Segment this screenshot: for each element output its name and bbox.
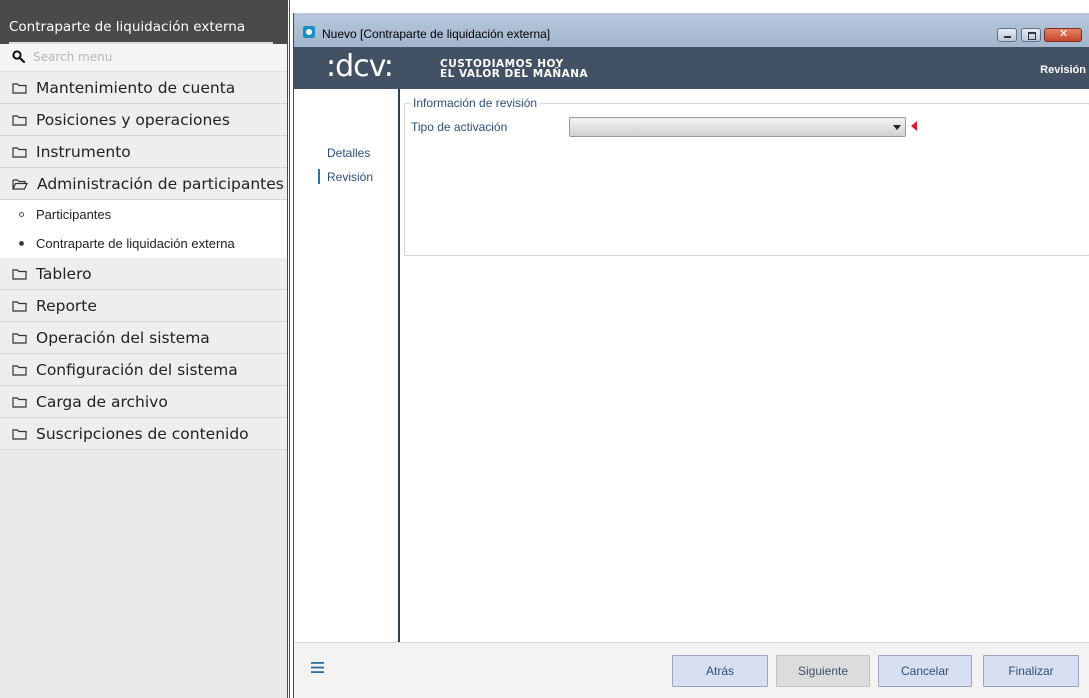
sidebar-item-posiciones-y-operaciones[interactable]: Posiciones y operaciones (0, 104, 287, 136)
next-button[interactable]: Siguiente (776, 655, 870, 687)
sidebar-item-suscripciones-de-contenido[interactable]: Suscripciones de contenido (0, 418, 287, 450)
activation-type-label: Tipo de activación (411, 120, 508, 134)
review-info-section: Información de revisión Tipo de activaci… (404, 96, 1089, 256)
sidebar-menu: Contraparte de liquidación externa Mante… (0, 0, 287, 698)
sidebar-item-carga-de-archivo[interactable]: Carga de archivo (0, 386, 287, 418)
brand-slogan: CUSTODIAMOS HOY EL VALOR DEL MAÑANA (440, 59, 589, 80)
back-button[interactable]: Atrás (672, 655, 768, 687)
sidebar-title: Contraparte de liquidación externa (9, 19, 246, 35)
folder-icon (12, 396, 27, 408)
hamburger-menu-icon[interactable] (311, 662, 324, 673)
folder-icon (12, 332, 27, 344)
folder-icon (12, 364, 27, 376)
sidebar-item-operacion-del-sistema[interactable]: Operación del sistema (0, 322, 287, 354)
search-icon[interactable] (12, 50, 25, 63)
sidebar-item-label: Suscripciones de contenido (36, 424, 249, 443)
step-detalles[interactable]: Detalles (327, 146, 370, 160)
sidebar-item-tablero[interactable]: Tablero (0, 258, 287, 290)
app-icon (303, 26, 315, 38)
bullet-filled-icon (19, 241, 24, 246)
sidebar-subitem-label: Contraparte de liquidación externa (36, 236, 235, 251)
sidebar-item-mantenimiento-de-cuenta[interactable]: Mantenimiento de cuenta (0, 72, 287, 104)
window-title: Nuevo [Contraparte de liquidación extern… (322, 27, 551, 41)
sidebar-item-reporte[interactable]: Reporte (0, 290, 287, 322)
sidebar-item-label: Configuración del sistema (36, 360, 238, 379)
minimize-button[interactable] (997, 28, 1017, 42)
wizard-steps: Detalles Revisión (294, 89, 400, 642)
folder-icon (12, 146, 27, 158)
sidebar-item-label: Operación del sistema (36, 328, 210, 347)
folder-icon (12, 82, 27, 94)
sidebar-subitem-contraparte-de-liquidacion-externa[interactable]: Contraparte de liquidación externa (0, 229, 287, 258)
sidebar-item-label: Reporte (36, 296, 97, 315)
bullet-icon (19, 212, 24, 217)
sidebar-header: Contraparte de liquidación externa (0, 0, 287, 44)
wizard-footer: Atrás Siguiente Cancelar Finalizar (294, 642, 1089, 698)
panel-splitter[interactable] (287, 0, 290, 698)
folder-open-icon (12, 178, 28, 190)
step-revision[interactable]: Revisión (317, 169, 373, 184)
window-titlebar[interactable]: Nuevo [Contraparte de liquidación extern… (294, 13, 1089, 47)
sidebar-item-instrumento[interactable]: Instrumento (0, 136, 287, 168)
dialog-window: Nuevo [Contraparte de liquidación extern… (293, 13, 1089, 698)
folder-icon (12, 428, 27, 440)
sidebar-subitem-participantes[interactable]: Participantes (0, 200, 287, 229)
sidebar-item-label: Carga de archivo (36, 392, 168, 411)
sidebar-item-configuracion-del-sistema[interactable]: Configuración del sistema (0, 354, 287, 386)
maximize-button[interactable] (1021, 28, 1041, 42)
slogan-line-2: EL VALOR DEL MAÑANA (440, 68, 589, 80)
section-title: Información de revisión (410, 96, 541, 110)
folder-icon (12, 300, 27, 312)
sidebar-item-label: Mantenimiento de cuenta (36, 78, 236, 97)
dcv-logo: :dcv: (326, 49, 394, 84)
activation-type-select[interactable] (569, 117, 906, 137)
brand-header: :dcv: CUSTODIAMOS HOY EL VALOR DEL MAÑAN… (294, 47, 1089, 89)
current-step-label: Revisión (1040, 64, 1086, 76)
sidebar-item-label: Instrumento (36, 142, 131, 161)
close-button[interactable] (1044, 27, 1082, 42)
menu-search (0, 44, 287, 72)
folder-icon (12, 114, 27, 126)
sidebar-subitem-label: Participantes (36, 207, 112, 222)
search-menu-input[interactable] (33, 48, 273, 66)
sidebar-item-label: Administración de participantes (37, 174, 284, 193)
sidebar-item-label: Posiciones y operaciones (36, 110, 230, 129)
chevron-down-icon (893, 125, 901, 130)
sidebar-submenu: Participantes Contraparte de liquidación… (0, 200, 287, 258)
cancel-button[interactable]: Cancelar (878, 655, 972, 687)
folder-icon (12, 268, 27, 280)
required-field-icon (911, 121, 917, 131)
finish-button[interactable]: Finalizar (983, 655, 1079, 687)
sidebar-item-administracion-de-participantes[interactable]: Administración de participantes (0, 168, 287, 200)
sidebar-item-label: Tablero (36, 264, 92, 283)
